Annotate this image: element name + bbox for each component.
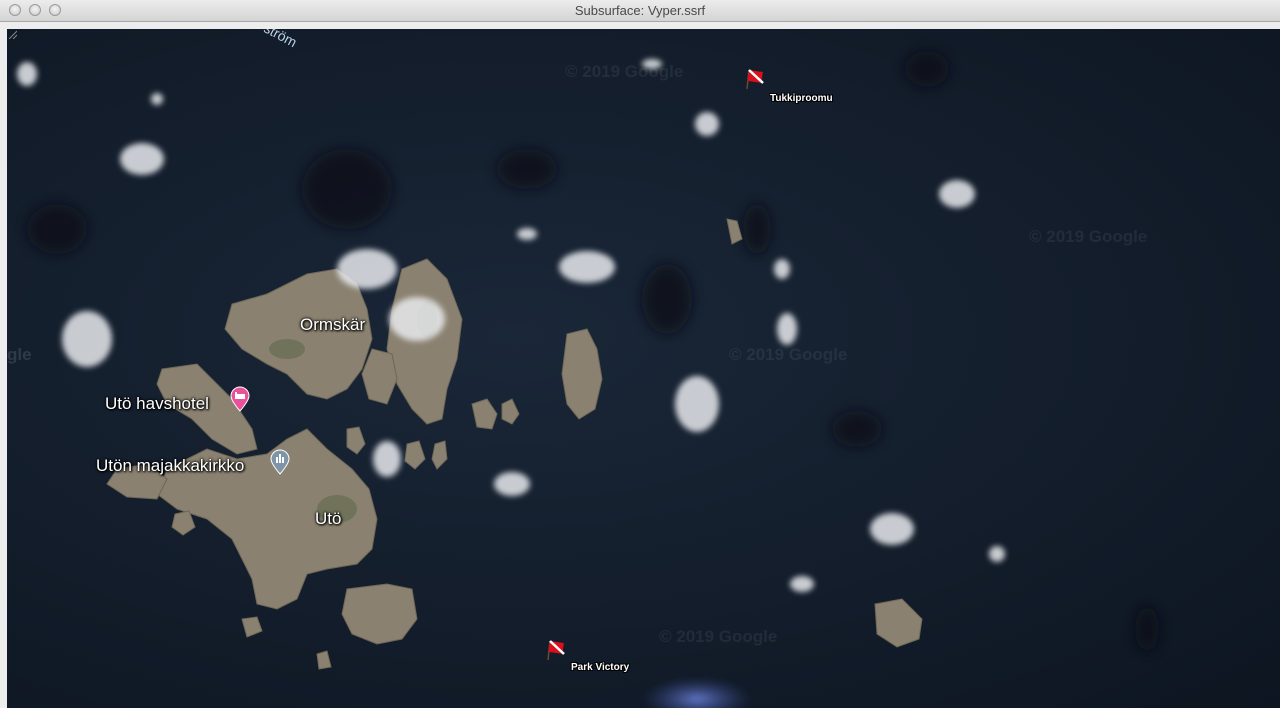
left-splitter[interactable] <box>0 22 7 708</box>
place-label-uto-havshotel[interactable]: Utö havshotel <box>105 394 209 414</box>
window-titlebar: Subsurface: Vyper.ssrf <box>0 0 1280 22</box>
window-title: Subsurface: Vyper.ssrf <box>574 3 706 18</box>
map-terrain <box>17 51 1159 708</box>
place-label-uto[interactable]: Utö <box>315 509 341 529</box>
top-splitter[interactable] <box>7 22 1280 29</box>
hotel-pin-icon[interactable] <box>229 386 251 412</box>
map-watermark: © 2019 Google <box>729 345 848 364</box>
map-watermark: © 2019 Google <box>659 627 778 646</box>
map-watermark: © 2019 Google <box>565 62 684 81</box>
sun-glint <box>642 677 752 708</box>
clouds <box>17 59 1005 592</box>
place-label-uton-majakkakirkko[interactable]: Utön majakkakirkko <box>96 456 244 476</box>
dive-flag-icon[interactable] <box>744 67 766 91</box>
map-watermark: © 2019 Google <box>1029 227 1148 246</box>
resize-grip-icon[interactable] <box>7 29 17 39</box>
satellite-map[interactable]: © 2019 Google © 2019 Google © 2019 Googl… <box>7 29 1280 708</box>
dive-site-label-tukkiproomu[interactable]: Tukkiproomu <box>770 93 833 104</box>
place-label-ormskar[interactable]: Ormskär <box>300 315 365 335</box>
dive-flag-icon[interactable] <box>545 638 567 662</box>
dive-site-label-park-victory[interactable]: Park Victory <box>571 662 629 673</box>
map-watermark-edge: gle <box>7 345 32 364</box>
landmark-pin-icon[interactable] <box>269 449 291 475</box>
